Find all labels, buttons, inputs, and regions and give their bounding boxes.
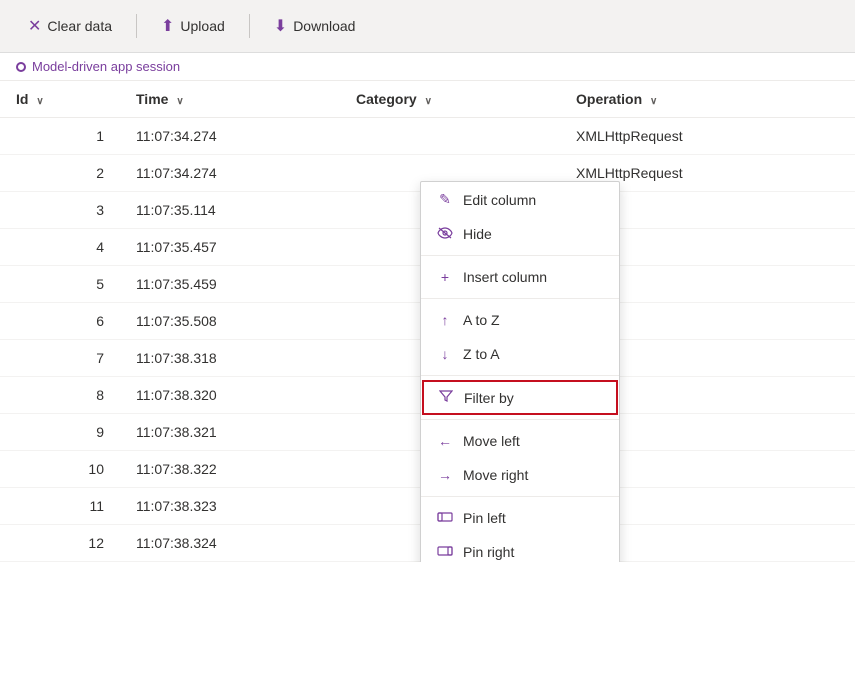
cell-operation: XMLHttpRequest (560, 118, 855, 155)
hide-icon (437, 226, 453, 242)
menu-sep-3 (421, 375, 619, 376)
cell-time: 11:07:35.459 (120, 266, 340, 303)
menu-sep-1 (421, 255, 619, 256)
download-button[interactable]: ⬇ Download (262, 10, 368, 42)
cell-id: 3 (0, 192, 120, 229)
divider-2 (249, 14, 250, 38)
menu-item-insert-column-label: Insert column (463, 269, 547, 285)
cell-id: 7 (0, 340, 120, 377)
menu-item-a-to-z-label: A to Z (463, 312, 500, 328)
menu-item-pin-right[interactable]: Pin right (421, 535, 619, 562)
menu-item-pin-left-label: Pin left (463, 510, 506, 526)
menu-sep-5 (421, 496, 619, 497)
sort-icon-operation: ∨ (650, 96, 657, 107)
cell-time: 11:07:35.457 (120, 229, 340, 266)
cell-id: 1 (0, 118, 120, 155)
cell-id: 8 (0, 377, 120, 414)
edit-column-icon: ✎ (437, 191, 453, 208)
move-left-icon: ← (437, 433, 453, 449)
move-right-icon: → (437, 467, 453, 483)
cell-time: 11:07:35.508 (120, 303, 340, 340)
cell-id: 11 (0, 488, 120, 525)
cell-time: 11:07:38.322 (120, 451, 340, 488)
table-header-row: Id ∨ Time ∨ Category ∨ Operation ∨ (0, 81, 855, 118)
context-menu: ✎ Edit column Hide + Insert column ↑ A t… (420, 181, 620, 562)
download-label: Download (293, 18, 355, 34)
col-header-operation[interactable]: Operation ∨ (560, 81, 855, 118)
sort-icon-category: ∨ (425, 96, 432, 107)
col-header-time[interactable]: Time ∨ (120, 81, 340, 118)
download-icon: ⬇ (274, 16, 287, 36)
menu-item-pin-left[interactable]: Pin left (421, 501, 619, 535)
cell-time: 11:07:38.318 (120, 340, 340, 377)
divider-1 (136, 14, 137, 38)
cell-time: 11:07:38.321 (120, 414, 340, 451)
cell-time: 11:07:34.274 (120, 155, 340, 192)
table-row: 1 11:07:34.274 XMLHttpRequest (0, 118, 855, 155)
clear-data-button[interactable]: ✕ Clear data (16, 10, 124, 42)
col-header-category[interactable]: Category ∨ (340, 81, 560, 118)
menu-item-z-to-a[interactable]: ↓ Z to A (421, 337, 619, 371)
upload-button[interactable]: ⬆ Upload (149, 10, 237, 42)
a-to-z-icon: ↑ (437, 312, 453, 328)
menu-item-hide[interactable]: Hide (421, 217, 619, 251)
session-label: Model-driven app session (32, 59, 180, 74)
cell-id: 5 (0, 266, 120, 303)
menu-item-move-right-label: Move right (463, 467, 528, 483)
cell-time: 11:07:38.320 (120, 377, 340, 414)
cell-time: 11:07:38.323 (120, 488, 340, 525)
clear-icon: ✕ (28, 16, 41, 36)
cell-id: 10 (0, 451, 120, 488)
cell-id: 9 (0, 414, 120, 451)
menu-item-edit-column[interactable]: ✎ Edit column (421, 182, 619, 217)
toolbar: ✕ Clear data ⬆ Upload ⬇ Download (0, 0, 855, 53)
sort-icon-time: ∨ (176, 96, 183, 107)
menu-item-insert-column[interactable]: + Insert column (421, 260, 619, 294)
menu-item-filter-by-label: Filter by (464, 390, 514, 406)
upload-icon: ⬆ (161, 16, 174, 36)
cell-time: 11:07:35.114 (120, 192, 340, 229)
upload-label: Upload (180, 18, 224, 34)
cell-id: 4 (0, 229, 120, 266)
clear-label: Clear data (47, 18, 112, 34)
cell-id: 12 (0, 525, 120, 562)
filter-by-icon (438, 389, 454, 406)
cell-id: 6 (0, 303, 120, 340)
table-container: Id ∨ Time ∨ Category ∨ Operation ∨ 1 11:… (0, 81, 855, 562)
pin-right-icon (437, 544, 453, 560)
cell-time: 11:07:38.324 (120, 525, 340, 562)
menu-item-pin-right-label: Pin right (463, 544, 514, 560)
menu-item-move-left-label: Move left (463, 433, 520, 449)
session-dot-icon (16, 62, 26, 72)
menu-item-z-to-a-label: Z to A (463, 346, 500, 362)
cell-id: 2 (0, 155, 120, 192)
pin-left-icon (437, 510, 453, 526)
menu-sep-4 (421, 419, 619, 420)
cell-time: 11:07:34.274 (120, 118, 340, 155)
z-to-a-icon: ↓ (437, 346, 453, 362)
menu-item-move-left[interactable]: ← Move left (421, 424, 619, 458)
menu-item-a-to-z[interactable]: ↑ A to Z (421, 303, 619, 337)
menu-item-hide-label: Hide (463, 226, 492, 242)
menu-sep-2 (421, 298, 619, 299)
col-header-id[interactable]: Id ∨ (0, 81, 120, 118)
menu-item-move-right[interactable]: → Move right (421, 458, 619, 492)
session-bar: Model-driven app session (0, 53, 855, 81)
menu-item-edit-column-label: Edit column (463, 192, 536, 208)
insert-column-icon: + (437, 269, 453, 285)
cell-category (340, 118, 560, 155)
sort-icon-id: ∨ (36, 96, 43, 107)
menu-item-filter-by[interactable]: Filter by (422, 380, 618, 415)
